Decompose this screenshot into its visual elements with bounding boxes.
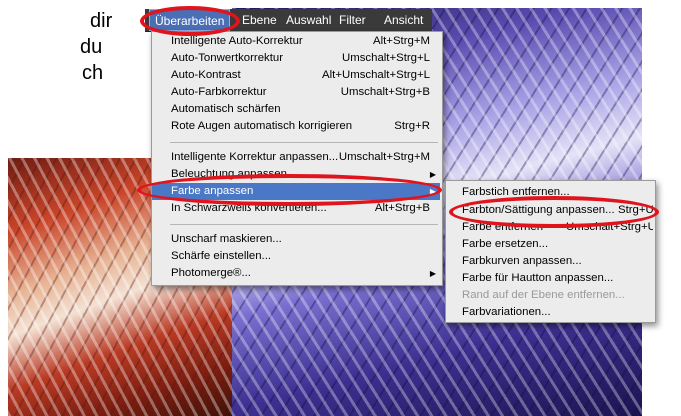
menu-item-in-schwarzweiss-konvertieren[interactable]: In Schwarzweiß konvertieren... Alt+Strg+… bbox=[152, 200, 440, 217]
menu-item-label: Auto-Kontrast bbox=[171, 69, 241, 81]
menu-separator bbox=[170, 224, 438, 225]
submenu-item-farbe-fuer-hautton[interactable]: Farbe für Hautton anpassen... bbox=[446, 270, 653, 287]
menu-item-auto-kontrast[interactable]: Auto-Kontrast Alt+Umschalt+Strg+L bbox=[152, 67, 440, 84]
submenu-item-label: Farbe entfernen bbox=[462, 221, 544, 233]
submenu-item-label: Farbkurven anpassen... bbox=[462, 255, 582, 267]
menu-ebene[interactable]: Ebene bbox=[237, 9, 282, 31]
text-line: ch bbox=[82, 62, 104, 84]
menu-item-schaerfe-einstellen[interactable]: Schärfe einstellen... bbox=[152, 248, 440, 265]
menu-item-automatisch-schaerfen[interactable]: Automatisch schärfen bbox=[152, 101, 440, 118]
menu-item-auto-tonwertkorrektur[interactable]: Auto-Tonwertkorrektur Umschalt+Strg+L bbox=[152, 50, 440, 67]
submenu-item-farbe-entfernen[interactable]: Farbe entfernen Umschalt+Strg+U bbox=[446, 219, 653, 236]
menu-separator bbox=[170, 142, 438, 143]
submenu-item-farbvariationen[interactable]: Farbvariationen... bbox=[446, 304, 653, 321]
submenu-item-label: Farbton/Sättigung anpassen... bbox=[462, 204, 615, 216]
menu-item-shortcut: Umschalt+Strg+M bbox=[338, 151, 430, 163]
menu-item-photomerge[interactable]: Photomerge®... ▶ bbox=[152, 265, 440, 282]
submenu-arrow-icon: ▶ bbox=[429, 269, 436, 278]
menu-item-shortcut: Alt+Umschalt+Strg+L bbox=[322, 69, 430, 81]
submenu-item-farbkurven-anpassen[interactable]: Farbkurven anpassen... bbox=[446, 253, 653, 270]
submenu-item-farbe-ersetzen[interactable]: Farbe ersetzen... bbox=[446, 236, 653, 253]
menu-item-label: Intelligente Korrektur anpassen... bbox=[171, 151, 339, 163]
menu-item-intelligente-korrektur-anpassen[interactable]: Intelligente Korrektur anpassen... Umsch… bbox=[152, 149, 440, 166]
text-line: du bbox=[80, 36, 103, 58]
menu-bar: Überarbeiten Ebene Auswahl Filter Ansich… bbox=[145, 9, 432, 32]
menu-item-label: Auto-Farbkorrektur bbox=[171, 86, 267, 98]
menu-auswahl[interactable]: Auswahl bbox=[281, 9, 336, 31]
submenu-item-farbstich-entfernen[interactable]: Farbstich entfernen... bbox=[446, 184, 653, 201]
menu-item-label: Auto-Tonwertkorrektur bbox=[171, 52, 284, 64]
menu-item-shortcut: Umschalt+Strg+B bbox=[340, 86, 430, 98]
menu-item-auto-farbkorrektur[interactable]: Auto-Farbkorrektur Umschalt+Strg+B bbox=[152, 84, 440, 101]
menu-item-label: In Schwarzweiß konvertieren... bbox=[171, 202, 327, 214]
menu-item-beleuchtung-anpassen[interactable]: Beleuchtung anpassen ▶ bbox=[152, 166, 440, 183]
menu-item-label: Unscharf maskieren... bbox=[171, 233, 282, 245]
page-text-fragment: dir du ch bbox=[80, 8, 113, 86]
submenu-item-label: Rand auf der Ebene entfernen... bbox=[462, 289, 625, 301]
menu-item-shortcut: Alt+Strg+M bbox=[373, 35, 430, 47]
submenu-item-label: Farbvariationen... bbox=[462, 306, 551, 318]
menu-item-unscharf-maskieren[interactable]: Unscharf maskieren... bbox=[152, 231, 440, 248]
menu-item-label: Beleuchtung anpassen bbox=[171, 168, 287, 180]
submenu-arrow-icon: ▶ bbox=[429, 187, 436, 196]
menu-item-shortcut: Strg+R bbox=[394, 120, 430, 132]
farbe-anpassen-submenu: Farbstich entfernen... Farbton/Sättigung… bbox=[445, 180, 656, 323]
submenu-arrow-icon: ▶ bbox=[429, 170, 436, 179]
submenu-item-rand-entfernen: Rand auf der Ebene entfernen... bbox=[446, 287, 653, 304]
submenu-item-farbton-saettigung[interactable]: Farbton/Sättigung anpassen... Strg+U bbox=[446, 202, 653, 219]
submenu-item-label: Farbe ersetzen... bbox=[462, 238, 549, 250]
menu-filter[interactable]: Filter bbox=[334, 9, 371, 31]
text-line: dir bbox=[90, 10, 113, 32]
menu-item-label: Schärfe einstellen... bbox=[171, 250, 272, 262]
menu-ueberarbeiten[interactable]: Überarbeiten bbox=[149, 9, 231, 31]
submenu-item-shortcut: Strg+U bbox=[618, 204, 653, 216]
submenu-item-label: Farbe für Hautton anpassen... bbox=[462, 272, 614, 284]
ueberarbeiten-dropdown: Intelligente Auto-Korrektur Alt+Strg+M A… bbox=[151, 31, 443, 286]
menu-ansicht[interactable]: Ansicht bbox=[379, 9, 428, 31]
menu-item-label: Automatisch schärfen bbox=[171, 103, 281, 115]
menu-item-farbe-anpassen[interactable]: Farbe anpassen ▶ bbox=[152, 183, 440, 200]
submenu-item-shortcut: Umschalt+Strg+U bbox=[566, 221, 653, 233]
menu-item-shortcut: Umschalt+Strg+L bbox=[342, 52, 430, 64]
menu-item-intelligente-auto-korrektur[interactable]: Intelligente Auto-Korrektur Alt+Strg+M bbox=[152, 33, 440, 50]
menu-item-rote-augen[interactable]: Rote Augen automatisch korrigieren Strg+… bbox=[152, 118, 440, 135]
menu-item-label: Farbe anpassen bbox=[171, 185, 254, 197]
menu-item-label: Photomerge®... bbox=[171, 267, 251, 279]
menu-item-shortcut: Alt+Strg+B bbox=[374, 202, 430, 214]
menu-item-label: Rote Augen automatisch korrigieren bbox=[171, 120, 353, 132]
submenu-item-label: Farbstich entfernen... bbox=[462, 186, 570, 198]
menu-item-label: Intelligente Auto-Korrektur bbox=[171, 35, 303, 47]
